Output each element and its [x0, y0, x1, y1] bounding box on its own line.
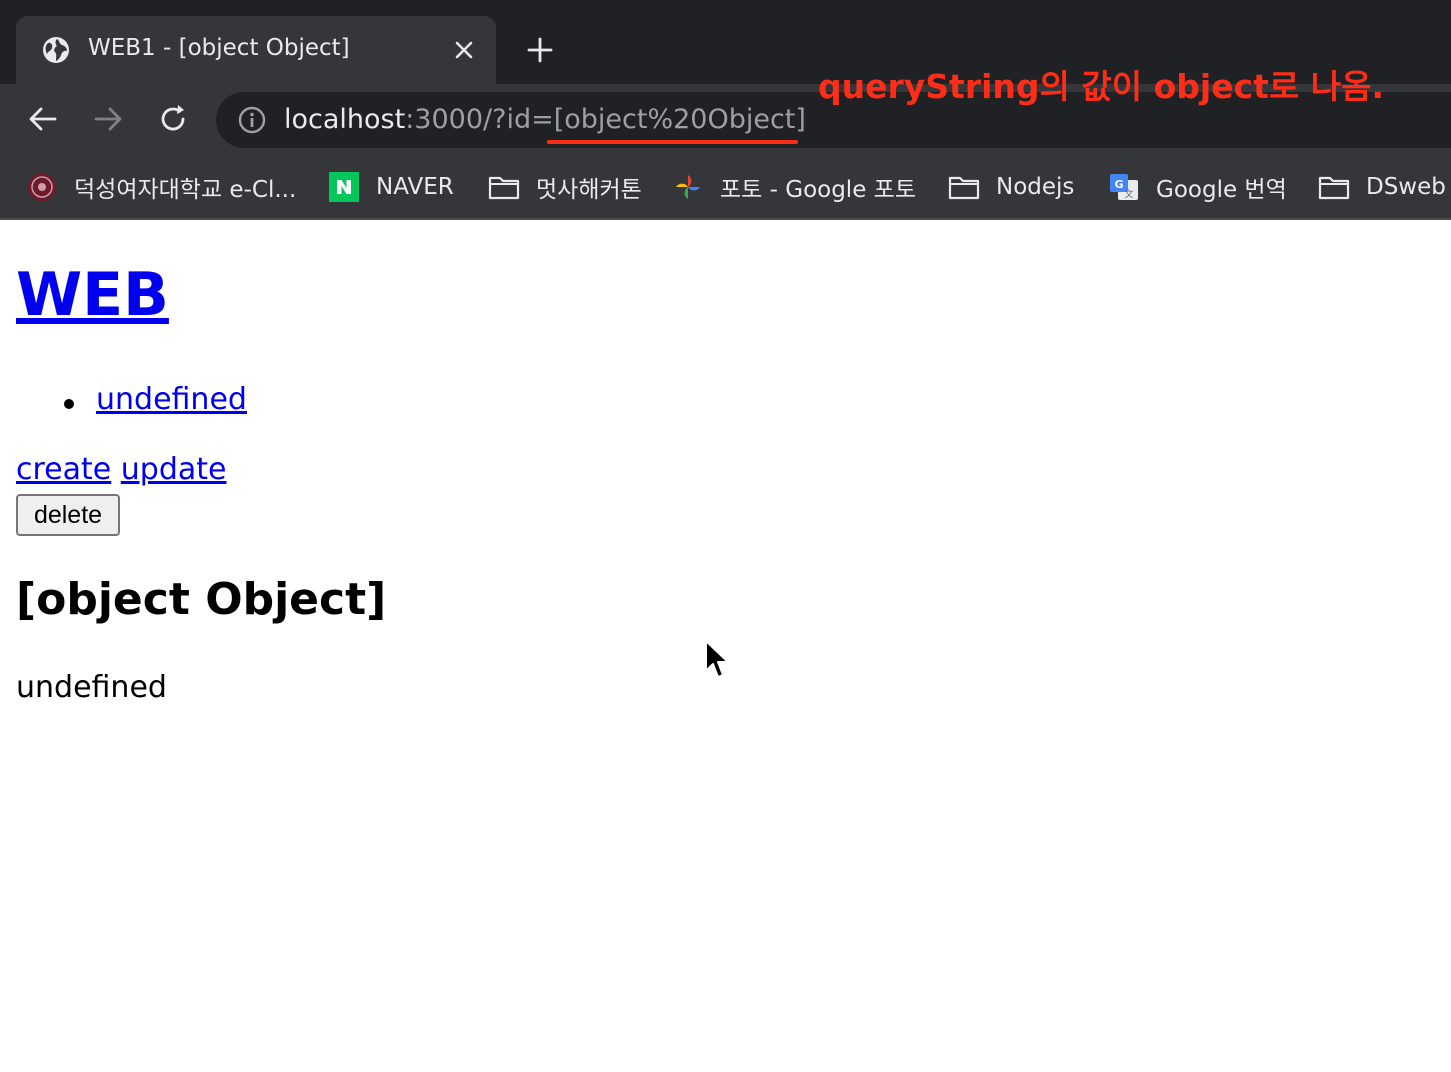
- url-path: :3000/?id=[object%20Object]: [405, 104, 806, 135]
- bookmark-label: 포토 - Google 포토: [720, 177, 916, 203]
- svg-text:G: G: [1114, 178, 1123, 191]
- annotation-underline: [547, 140, 798, 144]
- bookmark-label: 덕성여자대학교 e-Cl...: [74, 177, 297, 203]
- reload-icon[interactable]: [156, 102, 190, 136]
- bookmark-label: Google 번역: [1156, 177, 1287, 203]
- info-icon[interactable]: [238, 106, 266, 134]
- browser-tab[interactable]: WEB1 - [object Object]: [16, 16, 496, 84]
- mouse-cursor-icon: [705, 640, 729, 678]
- delete-button[interactable]: delete: [16, 494, 120, 536]
- annotation-text: queryString의 값이 object로 나옴.: [818, 67, 1385, 106]
- naver-icon: [329, 172, 359, 202]
- topic-link[interactable]: undefined: [96, 382, 247, 417]
- page-title: [object Object]: [16, 574, 387, 625]
- bookmark-naver[interactable]: NAVER: [328, 170, 454, 204]
- page-heading: WEB: [16, 260, 169, 330]
- bookmark-folder-dsweb[interactable]: DSweb: [1318, 170, 1446, 204]
- folder-icon: [948, 176, 980, 200]
- forward-arrow-icon[interactable]: [91, 102, 125, 136]
- bookmark-folder-hackathon[interactable]: 멋사해커톤: [488, 170, 642, 204]
- folder-icon: [1318, 176, 1350, 200]
- folder-icon: [488, 176, 520, 200]
- google-photos-icon: [676, 175, 700, 199]
- bookmarks-bar: 덕성여자대학교 e-Cl... NAVER 멋사해커톤 포토 - Google …: [0, 154, 1451, 220]
- university-logo-icon: [28, 173, 56, 201]
- back-arrow-icon[interactable]: [26, 102, 60, 136]
- close-icon[interactable]: [452, 38, 476, 62]
- list-bullet: [64, 399, 74, 409]
- control-links: create update: [16, 452, 226, 487]
- bookmark-google-translate[interactable]: G 文 Google 번역: [1108, 170, 1287, 204]
- tab-title: WEB1 - [object Object]: [88, 35, 350, 61]
- svg-text:文: 文: [1124, 188, 1133, 200]
- globe-icon: [43, 37, 69, 63]
- page-content: WEB undefined create update delete [obje…: [0, 222, 1451, 1072]
- update-link[interactable]: update: [121, 452, 227, 487]
- url-text: localhost:3000/?id=[object%20Object]: [284, 104, 806, 135]
- bookmark-label: 멋사해커톤: [536, 177, 642, 203]
- create-link[interactable]: create: [16, 452, 111, 487]
- bookmark-label: DSweb: [1366, 174, 1446, 200]
- home-link[interactable]: WEB: [16, 260, 169, 330]
- url-host: localhost: [284, 104, 406, 135]
- bookmark-google-photos[interactable]: 포토 - Google 포토: [672, 170, 916, 204]
- google-translate-icon: G 文: [1110, 174, 1138, 200]
- bookmark-folder-nodejs[interactable]: Nodejs: [948, 170, 1074, 204]
- bookmark-label: Nodejs: [996, 174, 1075, 200]
- page-description: undefined: [16, 670, 167, 705]
- bookmark-duksung[interactable]: 덕성여자대학교 e-Cl...: [26, 170, 296, 204]
- new-tab-icon[interactable]: [526, 36, 554, 64]
- bookmark-label: NAVER: [376, 174, 454, 200]
